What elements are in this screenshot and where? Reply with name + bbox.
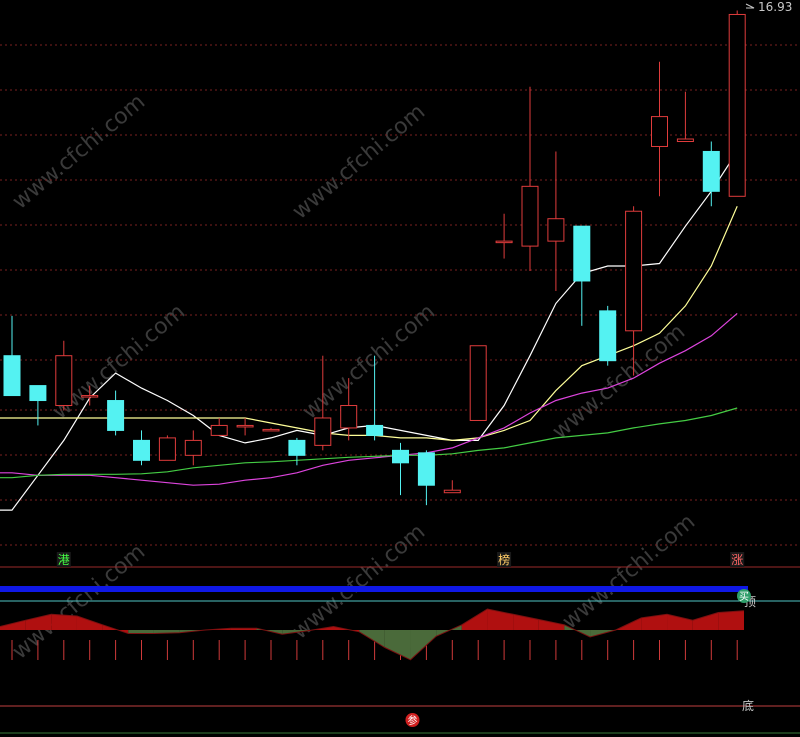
oscillator-segment <box>51 614 77 630</box>
candle-body <box>495 240 513 244</box>
watermark-text: www.cfchi.com <box>298 299 440 424</box>
candle-body <box>288 439 306 456</box>
candle-body <box>651 116 668 147</box>
signal-marker: 榜 <box>498 552 510 567</box>
candle-body <box>366 424 384 436</box>
candle-body <box>702 150 720 192</box>
candle-body <box>3 355 21 397</box>
watermark-text: www.cfchi.com <box>8 89 150 214</box>
candle <box>210 417 228 436</box>
candle <box>262 427 280 432</box>
candle <box>702 141 720 207</box>
watermark-text: www.cfchi.com <box>288 519 430 644</box>
candle <box>573 225 591 326</box>
candle-body <box>158 437 176 461</box>
candle <box>599 305 617 366</box>
oscillator-segment <box>538 619 565 630</box>
candle-body <box>81 395 99 398</box>
oscillator-segment <box>384 630 411 660</box>
candle-body <box>107 400 125 431</box>
candle <box>495 213 513 259</box>
signal-marker: 港 <box>58 553 70 567</box>
candle-body <box>573 225 591 282</box>
candle-body <box>133 439 150 461</box>
buy-signal-label: 买 <box>739 591 749 603</box>
oscillator-panel: 顶底买参 <box>0 586 800 734</box>
candle-body <box>676 138 694 143</box>
candle-body <box>521 185 539 247</box>
oscillator-segment <box>667 614 693 630</box>
price-pointer-icon <box>745 3 755 9</box>
participate-signal-label: 参 <box>407 714 417 727</box>
candle <box>107 390 125 436</box>
candle <box>3 315 21 397</box>
signal-marker: 涨 <box>731 552 743 567</box>
candle-body <box>469 345 487 421</box>
candle-body <box>417 452 435 486</box>
candle-body <box>236 424 254 428</box>
candle-body <box>625 210 643 332</box>
candle <box>236 417 254 436</box>
candle-body <box>340 405 358 429</box>
ma20-line <box>0 312 738 486</box>
oscillator-segment <box>128 630 154 634</box>
upper-band <box>0 586 748 592</box>
candle <box>158 435 176 461</box>
watermark-text: www.cfchi.com <box>548 319 690 444</box>
oscillator-segment <box>461 609 488 630</box>
candle-body <box>392 449 409 464</box>
candle <box>676 91 694 143</box>
candle-body <box>29 385 47 402</box>
watermark-text: www.cfchi.com <box>8 539 150 664</box>
candle <box>133 430 150 466</box>
candle-body <box>262 428 280 432</box>
candle <box>55 340 73 411</box>
candle-body <box>547 218 565 242</box>
candle-body <box>443 489 461 494</box>
watermark-text: www.cfchi.com <box>558 509 700 634</box>
oscillator-segment <box>641 614 668 630</box>
oscillator-segment <box>410 630 437 660</box>
oscillator-segment <box>692 612 719 630</box>
candle-body <box>210 424 228 436</box>
candlestick-series <box>3 10 746 506</box>
candle <box>443 480 461 494</box>
oscillator-segment <box>25 614 52 630</box>
oscillator-segment <box>718 610 744 630</box>
candle <box>651 61 668 197</box>
candle-body <box>728 13 746 197</box>
high-price-label: 16.93 <box>758 0 792 14</box>
candle-body <box>599 310 617 362</box>
candle <box>417 450 435 506</box>
candle <box>469 345 487 421</box>
candle <box>392 442 409 496</box>
kline-chart: www.cfchi.com www.cfchi.com www.cfchi.com w… <box>0 0 800 734</box>
bottom-label: 底 <box>742 698 754 713</box>
candle-body <box>184 439 202 456</box>
candle-body <box>314 417 332 446</box>
candle <box>29 385 47 426</box>
candle <box>184 430 202 466</box>
candle <box>728 10 746 197</box>
candle-body <box>55 355 73 407</box>
candle <box>521 86 539 272</box>
watermark-text: www.cfchi.com <box>288 99 430 224</box>
